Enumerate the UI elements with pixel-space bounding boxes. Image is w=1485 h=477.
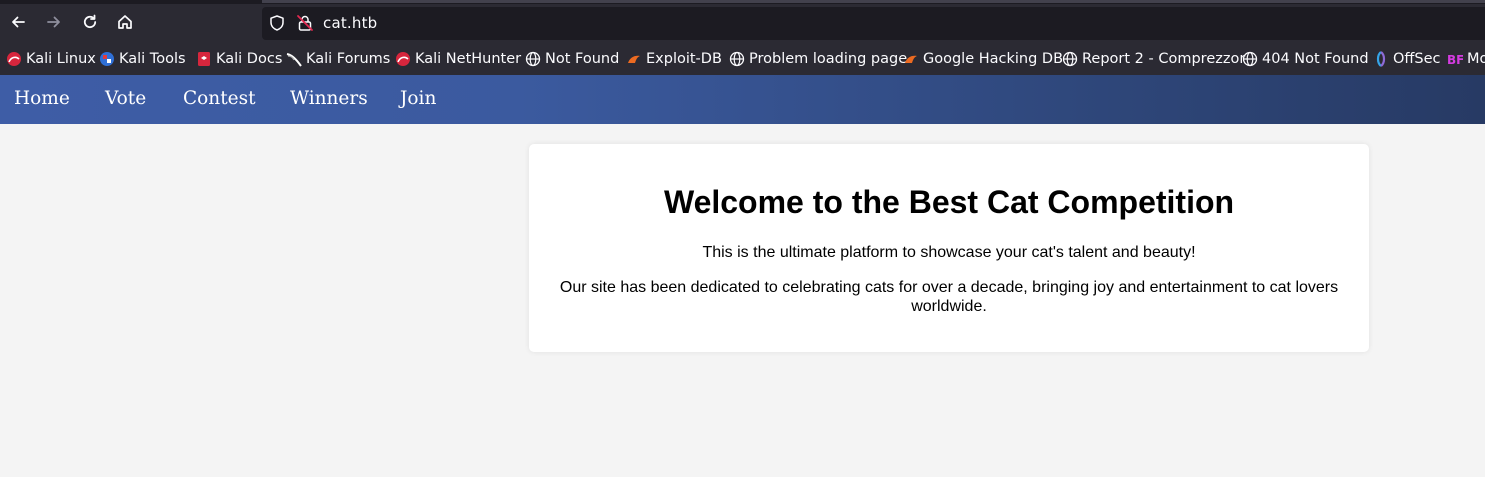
nav-contest-link[interactable]: Contest: [183, 88, 256, 109]
reload-button[interactable]: [75, 7, 105, 37]
exploit-db-icon: [903, 51, 919, 67]
bookmark-kali-linux[interactable]: Kali Linux: [6, 48, 96, 70]
nav-vote-link[interactable]: Vote: [105, 88, 146, 109]
bookmark-label: Kali Docs: [216, 51, 283, 67]
bookmark-label: OffSec: [1393, 51, 1441, 67]
bookmark-google-hacking-db[interactable]: Google Hacking DB: [903, 48, 1063, 70]
insecure-lock-icon[interactable]: [296, 14, 314, 32]
bookmark-kali-forums[interactable]: Kali Forums: [286, 48, 390, 70]
bookmark-report-2-comprezzor[interactable]: Report 2 - Comprezzor: [1062, 48, 1245, 70]
bookmark-label: Kali Forums: [306, 51, 391, 67]
bookmark-label: Problem loading page: [749, 51, 908, 67]
bookmark-truncated[interactable]: BF Mo: [1447, 48, 1485, 70]
bookmarks-toolbar: Kali Linux Kali Tools Kali Docs Kali For…: [0, 46, 1485, 72]
back-button[interactable]: [3, 7, 33, 37]
offsec-icon: [1373, 51, 1389, 67]
intro-text: This is the ultimate platform to showcas…: [702, 244, 1196, 261]
welcome-card: Welcome to the Best Cat Competition This…: [529, 144, 1369, 352]
bookmark-exploit-db[interactable]: Exploit-DB: [626, 48, 722, 70]
arrow-right-icon: [47, 16, 60, 28]
bookmark-kali-docs[interactable]: Kali Docs: [196, 48, 282, 70]
reload-icon: [83, 14, 97, 29]
bookmark-problem-loading-page[interactable]: Problem loading page: [729, 48, 907, 70]
browser-chrome: cat.htb Kali Linux Kali Tools Kali Docs: [0, 0, 1485, 75]
site-navbar: Home Vote Contest Winners Join: [0, 75, 1485, 124]
bf-icon: BF: [1447, 51, 1464, 67]
bookmark-label: Report 2 - Comprezzor: [1082, 51, 1246, 67]
kali-docs-icon: [196, 51, 212, 67]
address-bar[interactable]: cat.htb: [262, 7, 1485, 40]
home-button[interactable]: [110, 7, 140, 37]
home-icon: [118, 15, 132, 29]
kali-icon: [395, 51, 411, 67]
bookmark-label: Not Found: [545, 51, 620, 67]
shield-icon[interactable]: [268, 14, 286, 32]
nav-join-link[interactable]: Join: [400, 88, 436, 109]
bookmark-kali-tools[interactable]: Kali Tools: [99, 48, 186, 70]
bookmark-label: Kali Linux: [26, 51, 96, 67]
url-text[interactable]: cat.htb: [323, 14, 377, 32]
kali-forums-icon: [286, 51, 302, 67]
bookmark-label: Exploit-DB: [646, 51, 722, 67]
exploit-db-icon: [626, 51, 642, 67]
nav-winners-link[interactable]: Winners: [290, 88, 368, 109]
page-title: Welcome to the Best Cat Competition: [663, 184, 1235, 220]
bookmark-label: Kali Tools: [119, 51, 186, 67]
kali-tools-icon: [99, 51, 115, 67]
kali-icon: [6, 51, 22, 67]
bookmark-offsec[interactable]: OffSec: [1373, 48, 1441, 70]
forward-button[interactable]: [39, 7, 69, 37]
navigation-toolbar: cat.htb: [0, 4, 1485, 42]
bookmark-not-found[interactable]: Not Found: [525, 48, 619, 70]
active-tab-indicator: [262, 0, 1485, 3]
globe-icon: [1062, 51, 1078, 67]
arrow-left-icon: [12, 16, 25, 28]
globe-icon: [525, 51, 541, 67]
bookmark-kali-nethunter[interactable]: Kali NetHunter: [395, 48, 521, 70]
bookmark-label: Kali NetHunter: [415, 51, 522, 67]
bookmark-label: 404 Not Found: [1262, 51, 1369, 67]
globe-icon: [1242, 51, 1258, 67]
svg-text:BF: BF: [1447, 53, 1463, 67]
bookmark-label: Mo: [1467, 51, 1485, 67]
globe-icon: [729, 51, 745, 67]
bookmark-404-not-found[interactable]: 404 Not Found: [1242, 48, 1369, 70]
nav-home-link[interactable]: Home: [14, 88, 70, 109]
description-text: Our site has been dedicated to celebrati…: [559, 279, 1339, 315]
bookmark-label: Google Hacking DB: [923, 51, 1064, 67]
